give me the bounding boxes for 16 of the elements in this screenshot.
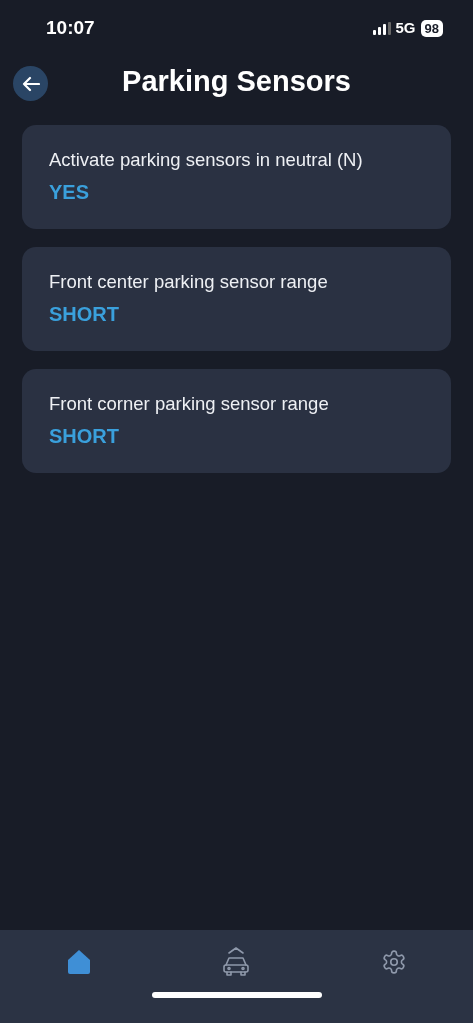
setting-value: YES bbox=[49, 180, 91, 205]
setting-card[interactable]: Front center parking sensor range SHORT bbox=[22, 247, 451, 351]
setting-label: Front corner parking sensor range bbox=[49, 392, 330, 416]
setting-value: SHORT bbox=[49, 302, 120, 327]
setting-label: Activate parking sensors in neutral (N) bbox=[49, 148, 364, 172]
battery-indicator: 98 bbox=[420, 19, 443, 37]
setting-label: Front center parking sensor range bbox=[49, 270, 329, 294]
setting-card[interactable]: Activate parking sensors in neutral (N) YES bbox=[22, 125, 451, 229]
page-title: Parking Sensors bbox=[122, 64, 351, 100]
network-label: 5G bbox=[395, 17, 416, 38]
signal-icon bbox=[372, 21, 391, 35]
setting-value: SHORT bbox=[49, 424, 120, 449]
setting-card[interactable]: Front corner parking sensor range SHORT bbox=[22, 369, 451, 473]
back-button[interactable] bbox=[13, 66, 48, 101]
status-time: 10:07 bbox=[46, 15, 95, 40]
back-arrow-icon bbox=[21, 75, 40, 92]
